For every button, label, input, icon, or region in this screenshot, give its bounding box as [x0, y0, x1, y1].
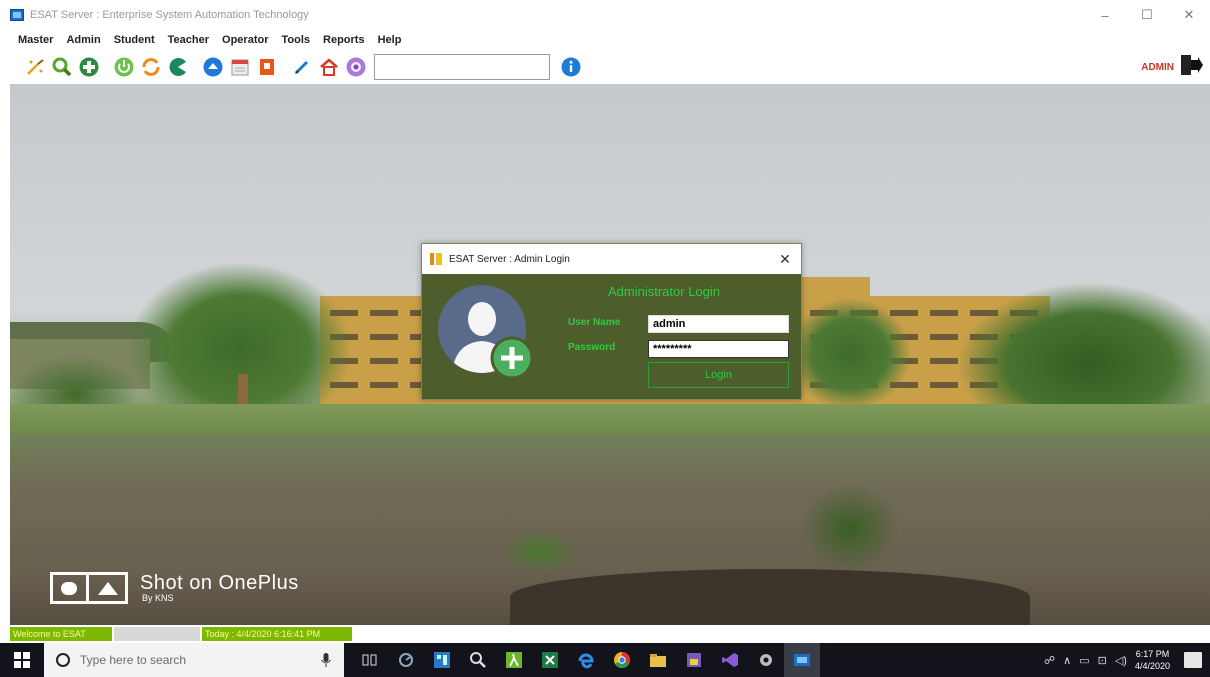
badge-icon[interactable] [345, 56, 367, 78]
menu-help[interactable]: Help [378, 34, 402, 46]
report-icon[interactable] [256, 56, 278, 78]
photo-watermark: Shot on OnePlus By KNS [50, 572, 299, 604]
minimize-button[interactable]: – [1084, 0, 1126, 30]
excel-icon[interactable] [532, 643, 568, 677]
esat-app-taskbar-icon[interactable] [784, 643, 820, 677]
cortana-icon [56, 653, 70, 667]
watermark-main: Shot on OnePlus [140, 572, 299, 594]
menu-admin[interactable]: Admin [66, 34, 100, 46]
windows-taskbar: Type here to search ☍ ∧ ▭ ⊡ ◁) 6:17 PM 4… [0, 643, 1210, 677]
add-circle-icon[interactable] [78, 56, 100, 78]
network-icon[interactable]: ⊡ [1098, 654, 1107, 667]
title-bar: ESAT Server : Enterprise System Automati… [0, 0, 1210, 30]
info-icon[interactable] [560, 56, 582, 78]
app-icon [10, 9, 24, 21]
pacman-icon[interactable] [167, 56, 189, 78]
battery-icon[interactable]: ▭ [1079, 654, 1089, 667]
app-window: ESAT Server : Enterprise System Automati… [0, 0, 1210, 677]
status-blank [114, 627, 200, 641]
volume-icon[interactable]: ◁) [1115, 654, 1127, 667]
home-icon[interactable] [318, 56, 340, 78]
window-controls: – ☐ ✕ [1084, 0, 1210, 30]
file-explorer-icon[interactable] [640, 643, 676, 677]
dialog-body: Administrator Login User Name Password L… [422, 274, 801, 400]
menu-student[interactable]: Student [114, 34, 155, 46]
dialog-heading: Administrator Login [608, 284, 720, 299]
refresh-icon[interactable] [140, 56, 162, 78]
user-area: ADMIN [1141, 50, 1204, 84]
chrome-icon[interactable] [604, 643, 640, 677]
user-avatar-icon [434, 283, 534, 383]
taskbar-search[interactable]: Type here to search [44, 643, 344, 677]
search-icon[interactable] [51, 56, 73, 78]
menu-teacher[interactable]: Teacher [168, 34, 209, 46]
edge-icon[interactable] [568, 643, 604, 677]
status-today: Today : 4/4/2020 6:16:41 PM [202, 627, 352, 641]
designer-app-icon[interactable] [424, 643, 460, 677]
username-input[interactable] [648, 315, 789, 333]
calendar-icon[interactable] [229, 56, 251, 78]
taskbar-clock[interactable]: 6:17 PM 4/4/2020 [1135, 648, 1170, 672]
toolbar-search-input[interactable] [374, 54, 550, 80]
taskbar-apps [352, 643, 820, 677]
task-view-icon[interactable] [352, 643, 388, 677]
admin-login-dialog: ESAT Server : Admin Login ✕ Administrato… [421, 243, 802, 400]
logout-icon[interactable] [1178, 52, 1204, 83]
maximize-button[interactable]: ☐ [1126, 0, 1168, 30]
visual-studio-installer-icon[interactable] [676, 643, 712, 677]
password-label: Password [568, 342, 616, 353]
show-hidden-icons-icon[interactable]: ∧ [1063, 654, 1071, 667]
menu-master[interactable]: Master [18, 34, 53, 46]
dialog-title: ESAT Server : Admin Login [449, 253, 570, 265]
watermark-sub: By KNS [142, 593, 174, 603]
windows-logo-icon [14, 652, 30, 668]
menu-reports[interactable]: Reports [323, 34, 365, 46]
visual-studio-icon[interactable] [712, 643, 748, 677]
toolbar [0, 50, 1210, 84]
close-button[interactable]: ✕ [1168, 0, 1210, 30]
password-input[interactable] [648, 340, 789, 358]
people-icon[interactable]: ☍ [1044, 654, 1055, 667]
menu-tools[interactable]: Tools [282, 34, 311, 46]
system-tray: ☍ ∧ ▭ ⊡ ◁) 6:17 PM 4/4/2020 [1044, 643, 1210, 677]
status-bar: Welcome to ESAT Today : 4/4/2020 6:16:41… [0, 625, 1210, 643]
dialog-title-bar: ESAT Server : Admin Login ✕ [422, 244, 801, 274]
status-welcome: Welcome to ESAT [10, 627, 112, 641]
up-arrow-circle-icon[interactable] [202, 56, 224, 78]
microphone-icon [321, 653, 331, 667]
tool-app-icon[interactable] [748, 643, 784, 677]
power-icon[interactable] [113, 56, 135, 78]
clock-time: 6:17 PM [1135, 649, 1170, 659]
camera-logo-icon [50, 572, 128, 604]
taskbar-search-placeholder: Type here to search [80, 653, 187, 667]
login-button[interactable]: Login [648, 362, 789, 388]
clock-date: 4/4/2020 [1134, 661, 1170, 671]
lambda-app-icon[interactable] [496, 643, 532, 677]
action-center-icon[interactable] [1184, 652, 1202, 668]
username-label: User Name [568, 317, 621, 328]
dashboard-icon[interactable] [388, 643, 424, 677]
window-title: ESAT Server : Enterprise System Automati… [30, 9, 309, 21]
start-button[interactable] [0, 643, 44, 677]
pencil-icon[interactable] [291, 56, 313, 78]
menu-bar: Master Admin Student Teacher Operator To… [0, 30, 1210, 50]
wand-icon[interactable] [24, 56, 46, 78]
dialog-close-button[interactable]: ✕ [775, 249, 795, 269]
dialog-app-icon [430, 253, 444, 265]
user-label: ADMIN [1141, 61, 1174, 73]
query-tool-icon[interactable] [460, 643, 496, 677]
menu-operator[interactable]: Operator [222, 34, 268, 46]
